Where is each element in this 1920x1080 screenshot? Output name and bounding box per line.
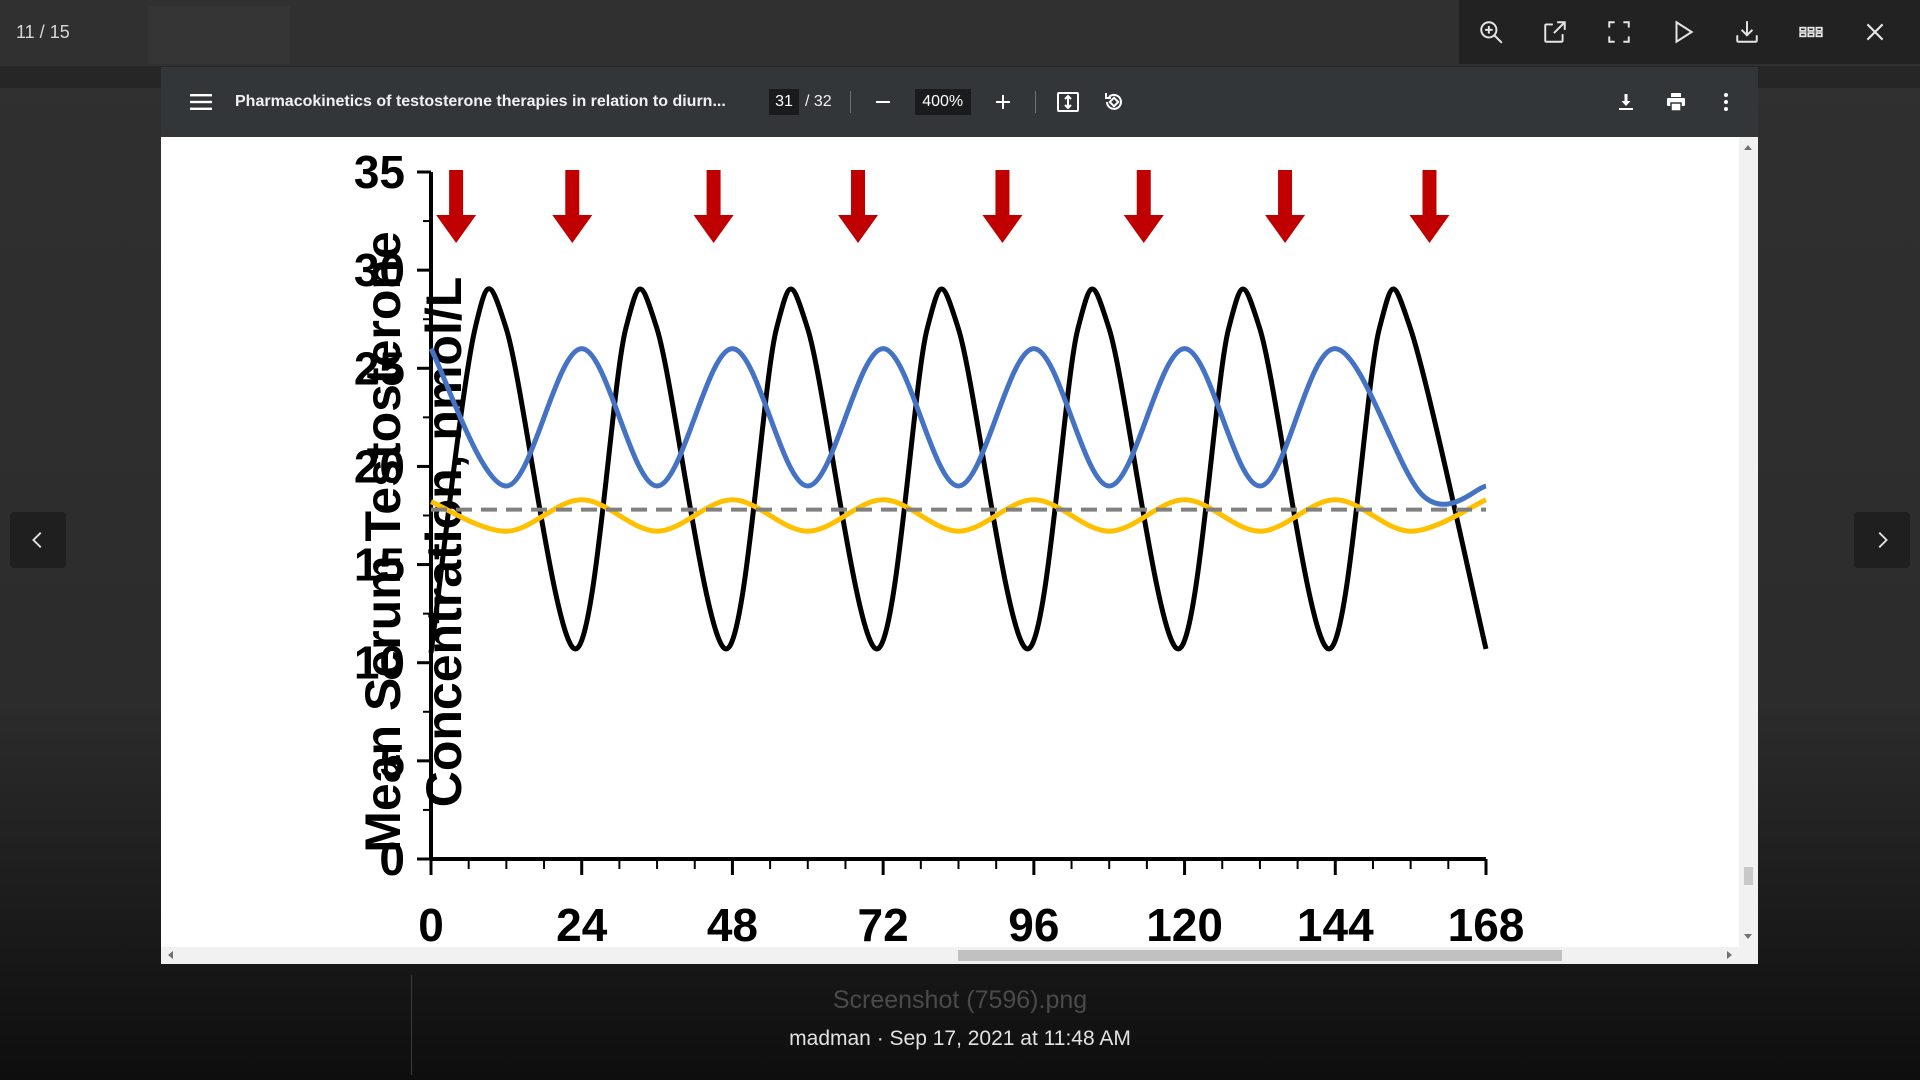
page-number-input[interactable]: 31 bbox=[769, 89, 799, 115]
fullscreen-button[interactable] bbox=[1587, 0, 1651, 64]
x-tick-label: 144 bbox=[1297, 899, 1374, 947]
open-external-button[interactable] bbox=[1523, 0, 1587, 64]
x-tick-label: 72 bbox=[858, 899, 909, 947]
y-tick-label: 30 bbox=[354, 244, 405, 296]
scroll-left-arrow[interactable] bbox=[168, 951, 173, 959]
x-tick-label: 120 bbox=[1146, 899, 1223, 947]
pdf-toolbar-right bbox=[1612, 67, 1740, 137]
vertical-scrollbar[interactable] bbox=[1739, 137, 1758, 947]
dose-arrow bbox=[1123, 170, 1164, 243]
toolbar-divider bbox=[1034, 91, 1036, 113]
slideshow-play-icon bbox=[1675, 20, 1694, 44]
vertical-scroll-thumb[interactable] bbox=[1744, 867, 1753, 885]
x-tick-label: 168 bbox=[1448, 899, 1525, 947]
more-vert-icon bbox=[1724, 93, 1728, 111]
y-tick-label: 0 bbox=[379, 833, 405, 885]
minus-icon bbox=[875, 101, 890, 103]
pdf-toolbar: Pharmacokinetics of testosterone therapi… bbox=[161, 67, 1758, 137]
rotate-icon bbox=[1104, 93, 1122, 110]
uploader-caption: madman · Sep 17, 2021 at 11:48 AM bbox=[789, 1027, 1131, 1050]
open-external-icon bbox=[1544, 21, 1566, 43]
rotate-button[interactable] bbox=[1100, 88, 1128, 116]
zoom-controls: 400% bbox=[869, 88, 1017, 116]
plus-icon bbox=[995, 95, 1010, 109]
x-tick-label: 48 bbox=[707, 899, 758, 947]
pdf-title: Pharmacokinetics of testosterone therapi… bbox=[235, 93, 726, 110]
horizontal-scrollbar[interactable] bbox=[161, 947, 1758, 964]
dose-arrow bbox=[552, 170, 593, 243]
horizontal-scroll-thumb[interactable] bbox=[958, 950, 1562, 961]
page-indicator: 31 / 32 bbox=[769, 89, 832, 115]
previous-image-button[interactable] bbox=[10, 512, 66, 568]
print-button[interactable] bbox=[1662, 88, 1690, 116]
zoom-in-pdf-button[interactable] bbox=[989, 88, 1017, 116]
file-name-caption: Screenshot (7596).png bbox=[832, 986, 1088, 1014]
testosterone-chart: Mean Serum Testosterone Concentration, n… bbox=[354, 146, 1525, 947]
zoom-level-input[interactable]: 400% bbox=[914, 89, 971, 115]
more-options-button[interactable] bbox=[1712, 88, 1740, 116]
toolbar-divider bbox=[849, 91, 851, 113]
hamburger-menu-icon bbox=[190, 94, 212, 110]
fullscreen-icon bbox=[1608, 21, 1630, 43]
chevron-left-icon bbox=[32, 532, 42, 548]
page-total: / 32 bbox=[805, 93, 832, 110]
dose-arrow bbox=[1265, 170, 1306, 243]
next-image-button[interactable] bbox=[1854, 512, 1910, 568]
background-block bbox=[148, 6, 290, 64]
y-tick-label: 20 bbox=[354, 440, 405, 492]
scroll-up-arrow[interactable] bbox=[1744, 145, 1752, 150]
image-counter: 11 / 15 bbox=[16, 22, 70, 42]
dose-arrow bbox=[838, 170, 879, 243]
pdf-viewer: Pharmacokinetics of testosterone therapi… bbox=[161, 67, 1758, 964]
fit-page-icon bbox=[1056, 92, 1079, 112]
y-tick-label: 35 bbox=[354, 146, 405, 198]
zoom-in-icon bbox=[1480, 21, 1503, 44]
chevron-right-icon bbox=[1878, 532, 1888, 548]
slideshow-button[interactable] bbox=[1651, 0, 1715, 64]
grid-icon bbox=[1799, 26, 1823, 38]
dose-arrow bbox=[436, 170, 477, 243]
y-tick-label: 5 bbox=[379, 735, 405, 787]
close-button[interactable] bbox=[1843, 0, 1907, 64]
series-line-2 bbox=[428, 346, 1487, 507]
series-line-1 bbox=[428, 286, 1489, 654]
dose-arrow bbox=[982, 170, 1023, 243]
download-image-button[interactable] bbox=[1715, 0, 1779, 64]
zoom-out-button[interactable] bbox=[869, 88, 897, 116]
y-tick-label: 10 bbox=[354, 637, 405, 689]
y-tick-label: 15 bbox=[354, 539, 405, 591]
grid-view-button[interactable] bbox=[1779, 0, 1843, 64]
printer-icon bbox=[1667, 93, 1685, 112]
close-icon bbox=[1866, 23, 1884, 41]
dose-arrow bbox=[693, 170, 734, 243]
zoom-in-button[interactable] bbox=[1459, 0, 1523, 64]
x-tick-label: 24 bbox=[556, 899, 608, 947]
fit-to-page-button[interactable] bbox=[1054, 88, 1082, 116]
pdf-download-button[interactable] bbox=[1612, 88, 1640, 116]
download-icon bbox=[1619, 94, 1633, 110]
dose-arrow bbox=[1409, 170, 1450, 243]
pdf-page[interactable]: Mean Serum Testosterone Concentration, n… bbox=[161, 137, 1739, 947]
series-line-3 bbox=[430, 497, 1488, 534]
scroll-down-arrow[interactable] bbox=[1744, 934, 1752, 939]
lightbox-toolbar bbox=[1459, 0, 1920, 64]
scroll-right-arrow[interactable] bbox=[1727, 951, 1732, 959]
y-tick-label: 25 bbox=[354, 342, 405, 394]
x-tick-label: 96 bbox=[1008, 899, 1059, 947]
x-tick-label: 0 bbox=[418, 899, 444, 947]
download-icon bbox=[1736, 21, 1758, 43]
pdf-menu-button[interactable] bbox=[189, 90, 213, 114]
